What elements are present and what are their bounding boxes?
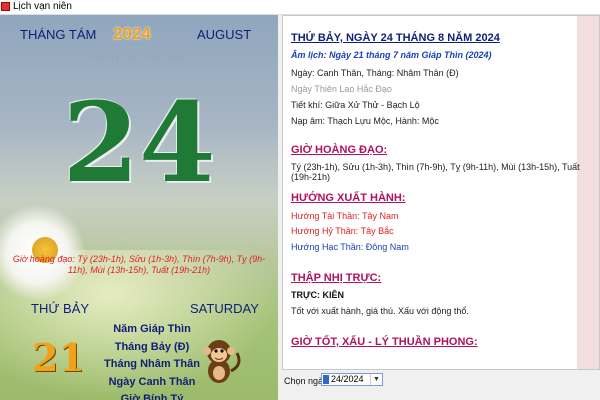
weekday-vn: THỨ BẢY [31,301,90,316]
day-month-canchi: Ngày: Canh Thân, Tháng: Nhâm Thân (Đ) [291,68,459,78]
lunar-month-canchi: Tháng Nhâm Thân [104,358,200,370]
lunar-info: Năm Giáp Thìn Tháng Bảy (Đ) Tháng Nhâm T… [92,321,212,400]
weekday-en: SATURDAY [190,301,259,316]
date-bar: Chọn ngày: 24/2024 ▼ [282,370,600,400]
date-heading: THỨ BẢY, NGÀY 24 THÁNG 8 NĂM 2024 [291,32,500,44]
date-value: 24/2024 [331,374,364,384]
tiet-khi: Tiết khí: Giữa Xử Thử - Bạch Lộ [291,100,420,110]
huong-tai-than: Hướng Tài Thần: Tây Nam [291,211,399,221]
month-vn: THÁNG TÁM [20,27,97,42]
nap-am: Nạp âm: Thạch Lựu Mộc, Hành: Mộc [291,116,439,126]
date-picker[interactable]: 24/2024 ▼ [321,373,383,386]
lunar-year: Năm Giáp Thìn [113,323,191,335]
gio-hoang-dao-list: Tý (23h-1h), Sửu (1h-3h), Thìn (7h-9h), … [291,162,580,182]
section-huong-xuat-hanh: HƯỚNG XUẤT HÀNH: [291,192,406,204]
gio-hoang-dao: Giờ hoàng đạo: Tý (23h-1h), Sửu (1h-3h),… [12,254,266,275]
truc-name: TRỰC: KIÊN [291,290,344,300]
selected-segment [323,375,329,384]
section-gio-hoang-dao: GIỜ HOÀNG ĐẠO: [291,144,388,156]
dropdown-arrow-icon[interactable]: ▼ [370,374,382,385]
lunar-day-number: 21 [32,335,85,380]
year: 2024 [113,24,151,43]
lunar-hour-canchi: Giờ Bính Tý [120,393,184,400]
calendar-icon [1,2,10,11]
truc-description: Tốt với xuất hành, giá thú. Xấu với động… [291,306,469,316]
month-en: AUGUST [197,27,252,42]
lunar-month: Tháng Bảy (Đ) [114,340,190,353]
huong-hy-than: Hướng Hỷ Thần: Tây Bắc [291,226,394,236]
section-gio-tot-xau: GIỜ TỐT, XẤU - LÝ THUẦN PHONG: [291,336,478,348]
calendar-panel: THÁNG TÁM 2024 AUGUST THIÊN LAO HẮC ĐẠO … [0,15,278,400]
huong-hac-than: Hướng Hạc Thần: Đông Nam [291,242,409,252]
day-number: 24 [62,78,216,207]
lunar-date: Âm lịch: Ngày 21 tháng 7 năm Giáp Thìn (… [291,50,492,60]
day-quality: THIÊN LAO HẮC ĐẠO [88,53,190,64]
lunar-day-canchi: Ngày Canh Thân [108,375,196,388]
day-quality-text: Ngày Thiên Lao Hắc Đạo [291,84,392,94]
info-panel[interactable]: THỨ BẢY, NGÀY 24 THÁNG 8 NĂM 2024 Âm lịc… [282,15,600,370]
section-thap-nhi-truc: THẬP NHỊ TRỰC: [291,272,382,284]
window-title: Lịch vạn niên [13,1,72,12]
title-bar: Lịch vạn niên [0,0,600,15]
scroll-gutter [577,16,599,369]
monkey-icon [203,340,241,383]
